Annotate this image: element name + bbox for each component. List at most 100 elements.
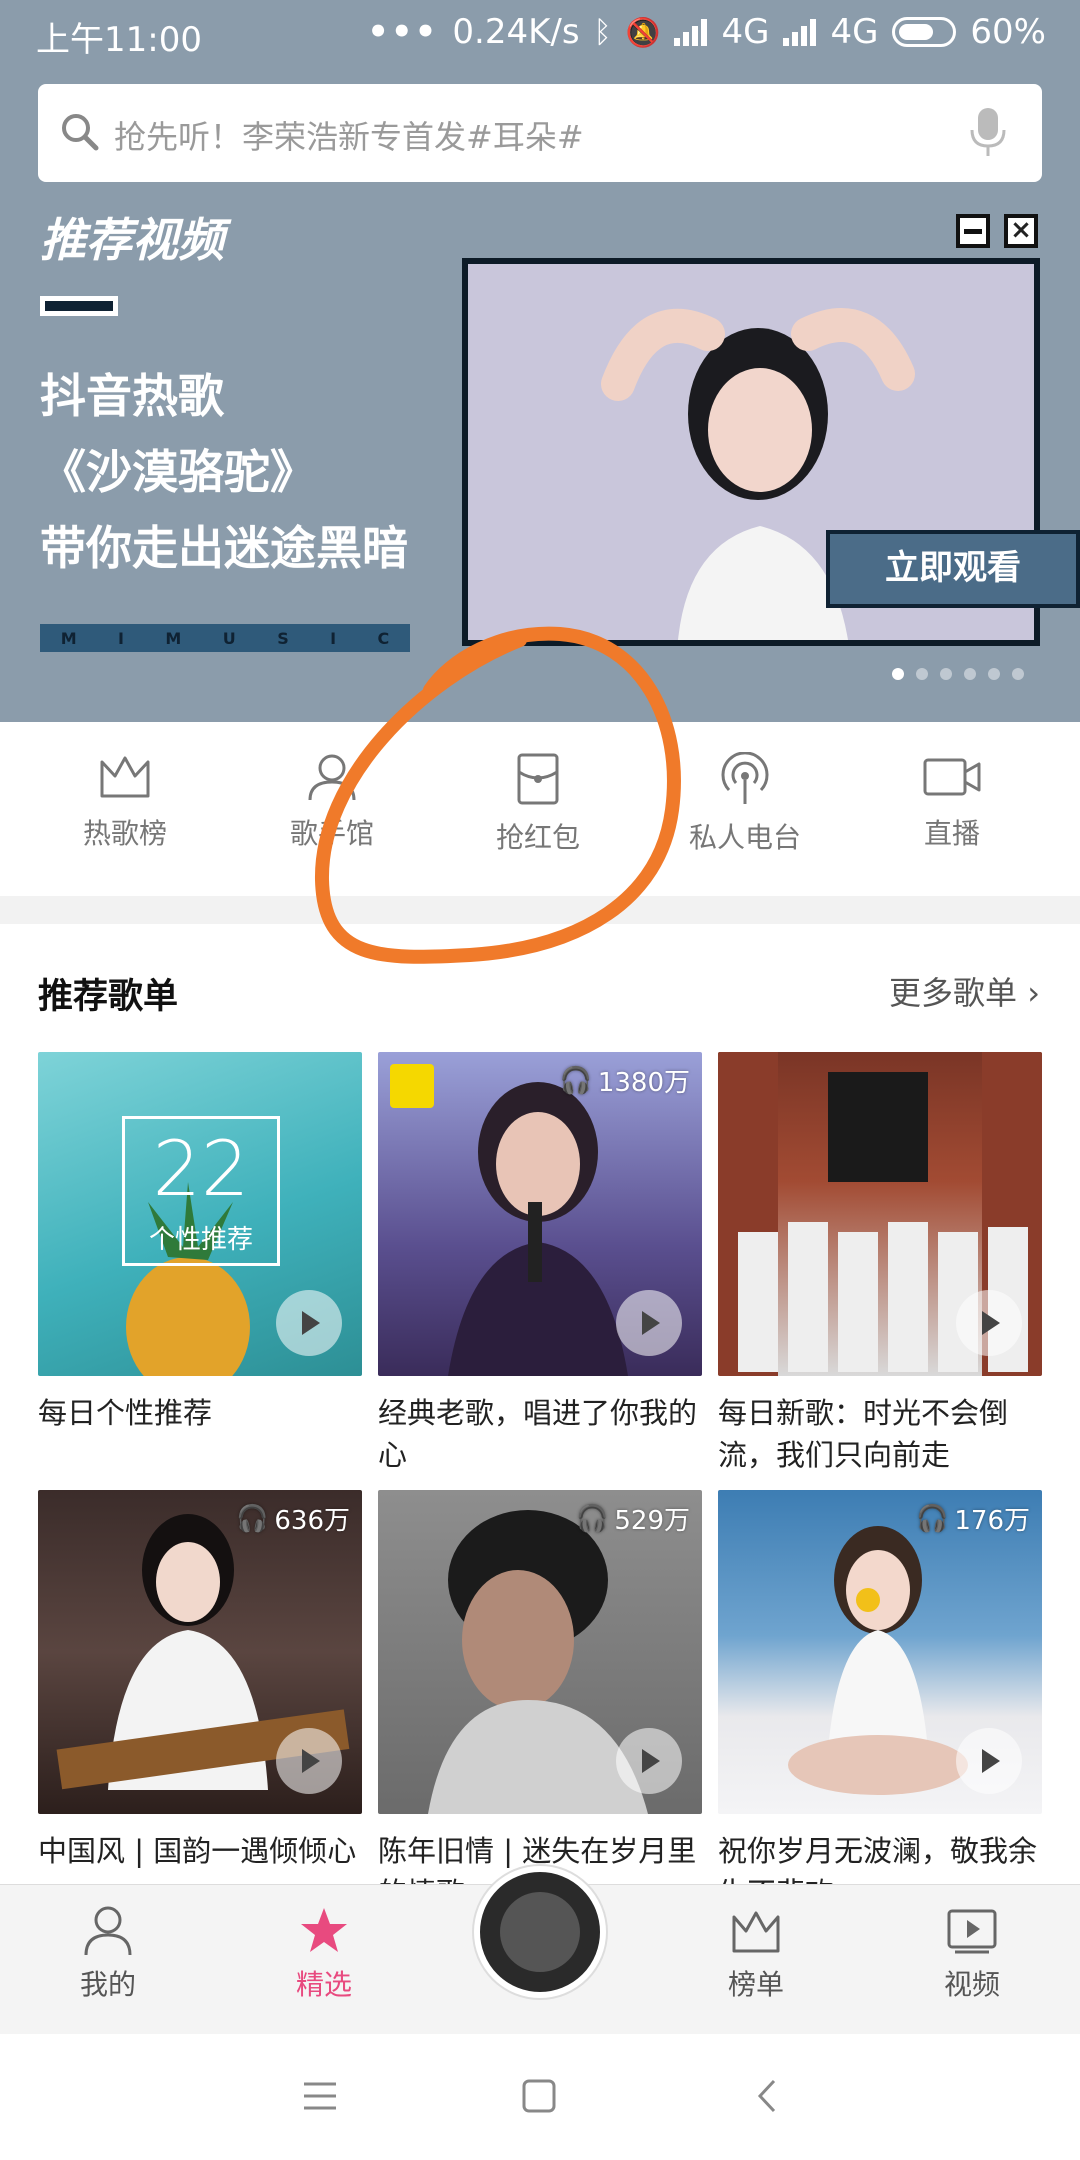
mi-music-strip: M I M U S I C [40, 624, 410, 652]
daily-badge: 22 个性推荐 [122, 1116, 280, 1266]
network-type-1: 4G [721, 12, 770, 52]
banner-line-1: 抖音热歌 [40, 369, 224, 423]
playlist-card[interactable]: 🎧 1380万 经典老歌，唱进了你我的心 [378, 1052, 702, 1476]
recommended-playlists: 推荐歌单 更多歌单 › 22 个性推荐 每日个性推荐 🎧 1380万 经典老歌，… [0, 924, 1080, 1910]
tab-video[interactable]: 视频 [892, 1905, 1052, 2003]
play-count: 🎧 176万 [915, 1503, 1030, 1537]
status-bar: 上午11:00 ••• 0.24K/s ᛒ 🔕 4G 4G 60% [0, 0, 1080, 66]
microphone-icon[interactable] [968, 106, 1008, 158]
play-icon[interactable] [956, 1290, 1022, 1356]
headphones-icon: 🎧 [575, 1503, 609, 1534]
search-placeholder: 抢先听！李荣浩新专首发#耳朵# [114, 118, 584, 156]
playlist-caption: 经典老歌，唱进了你我的心 [378, 1396, 698, 1472]
bluetooth-icon: ᛒ [593, 14, 612, 50]
page-dot [988, 668, 1000, 680]
playlist-caption: 每日个性推荐 [38, 1396, 213, 1430]
play-icon[interactable] [616, 1290, 682, 1356]
signal-icon-2 [783, 18, 817, 46]
back-icon[interactable] [752, 2078, 782, 2114]
section-title: 推荐歌单 [38, 977, 179, 1017]
page-dot [964, 668, 976, 680]
crown-icon [100, 756, 150, 798]
playlist-card[interactable]: 22 个性推荐 每日个性推荐 [38, 1052, 362, 1476]
playlist-cover: 🎧 636万 [38, 1490, 362, 1814]
page-dot [940, 668, 952, 680]
system-navigation-bar [0, 2034, 1080, 2160]
quick-nav-private-radio[interactable]: 私人电台 [645, 752, 845, 856]
battery-icon [892, 17, 957, 47]
page-dot [916, 668, 928, 680]
quick-nav: 热歌榜 歌手馆 抢红包 私人电台 直播 [0, 722, 1080, 896]
channel-logo [390, 1064, 434, 1108]
network-type-2: 4G [830, 12, 879, 52]
star-icon [301, 1908, 347, 1952]
playlist-card[interactable]: 🎧176万 祝你岁月无波澜，敬我余生不悲欢 [718, 1490, 1042, 1914]
playlist-card[interactable]: 🎧529万 陈年旧情 | 迷失在岁月里的情歌 [378, 1490, 702, 1914]
play-count: 🎧 636万 [235, 1503, 350, 1537]
playlist-cover: 🎧 1380万 [378, 1052, 702, 1376]
banner-line-2: 《沙漠骆驼》 [40, 445, 316, 499]
person-icon [308, 754, 356, 801]
close-icon[interactable]: × [1004, 214, 1038, 248]
watch-now-button[interactable]: 立即观看 [826, 530, 1080, 608]
album-art [500, 1892, 580, 1972]
page-dot [892, 668, 904, 680]
playlist-caption: 每日新歌：时光不会倒流，我们只向前走 [718, 1396, 1009, 1472]
tab-featured[interactable]: 精选 [244, 1905, 404, 2003]
play-count: 🎧 529万 [575, 1503, 690, 1537]
home-icon[interactable] [520, 2078, 560, 2114]
crown-icon [732, 1911, 780, 1953]
quick-nav-label: 歌手馆 [289, 817, 374, 850]
playlist-cover: 🎧 176万 [718, 1490, 1042, 1814]
person-icon [84, 1906, 132, 1956]
banner-title: 推荐视频 [40, 213, 224, 267]
network-speed: 0.24K/s [452, 12, 580, 52]
playlist-cover: 🎧 529万 [378, 1490, 702, 1814]
quick-nav-singers[interactable]: 歌手馆 [232, 752, 432, 852]
play-count: 🎧 1380万 [559, 1065, 690, 1099]
battery-percent: 60% [970, 12, 1046, 52]
headphones-icon: 🎧 [559, 1065, 592, 1096]
quick-nav-label: 直播 [923, 817, 980, 850]
banner-line-3: 带你走出迷途黑暗 [40, 521, 408, 575]
quick-nav-label: 私人电台 [688, 821, 801, 854]
video-camera-icon [923, 758, 981, 796]
banner-dash-decoration [40, 296, 118, 316]
playlist-card[interactable]: 每日新歌：时光不会倒流，我们只向前走 [718, 1052, 1042, 1476]
status-right: ••• 0.24K/s ᛒ 🔕 4G 4G 60% [367, 12, 1046, 52]
play-icon[interactable] [956, 1728, 1022, 1794]
video-play-icon [947, 1909, 997, 1954]
play-icon[interactable] [276, 1728, 342, 1794]
playlist-card[interactable]: 🎧 636万 中国风 | 国韵一遇倾倾心 [38, 1490, 362, 1914]
quick-nav-hot-chart[interactable]: 热歌榜 [25, 752, 225, 852]
search-bar[interactable]: 抢先听！李荣浩新专首发#耳朵# [38, 84, 1042, 182]
banner-page-indicator [892, 668, 1024, 680]
playlist-cover: 22 个性推荐 [38, 1052, 362, 1376]
quick-nav-live[interactable]: 直播 [852, 752, 1052, 852]
headphones-icon: 🎧 [915, 1503, 949, 1534]
menu-icon[interactable] [300, 2078, 340, 2114]
page-dot [1012, 668, 1024, 680]
mute-bell-icon: 🔕 [625, 15, 661, 49]
status-time: 上午11:00 [36, 20, 202, 60]
tab-charts[interactable]: 榜单 [676, 1905, 836, 2003]
more-playlists-link[interactable]: 更多歌单 › [889, 968, 1040, 1014]
play-icon[interactable] [616, 1728, 682, 1794]
quick-nav-label: 抢红包 [495, 821, 580, 854]
playlist-cover [718, 1052, 1042, 1376]
tab-mine[interactable]: 我的 [28, 1905, 188, 2003]
minimize-icon[interactable] [956, 214, 990, 248]
banner-headline: 抖音热歌 《沙漠骆驼》 带你走出迷途黑暗 [40, 358, 408, 586]
chevron-right-icon: › [1027, 974, 1040, 1012]
quick-nav-label: 热歌榜 [82, 817, 167, 850]
search-icon [62, 114, 99, 151]
video-banner-area: 上午11:00 ••• 0.24K/s ᛒ 🔕 4G 4G 60% 抢先听！李荣… [0, 0, 1080, 722]
red-envelope-icon [517, 753, 559, 805]
banner-window-buttons: × [956, 214, 1038, 248]
radio-icon [721, 752, 769, 804]
signal-icon [674, 18, 708, 46]
quick-nav-red-envelope[interactable]: 抢红包 [438, 752, 638, 856]
now-playing-disc[interactable] [474, 1866, 606, 1998]
headphones-icon: 🎧 [235, 1503, 269, 1534]
play-icon[interactable] [276, 1290, 342, 1356]
